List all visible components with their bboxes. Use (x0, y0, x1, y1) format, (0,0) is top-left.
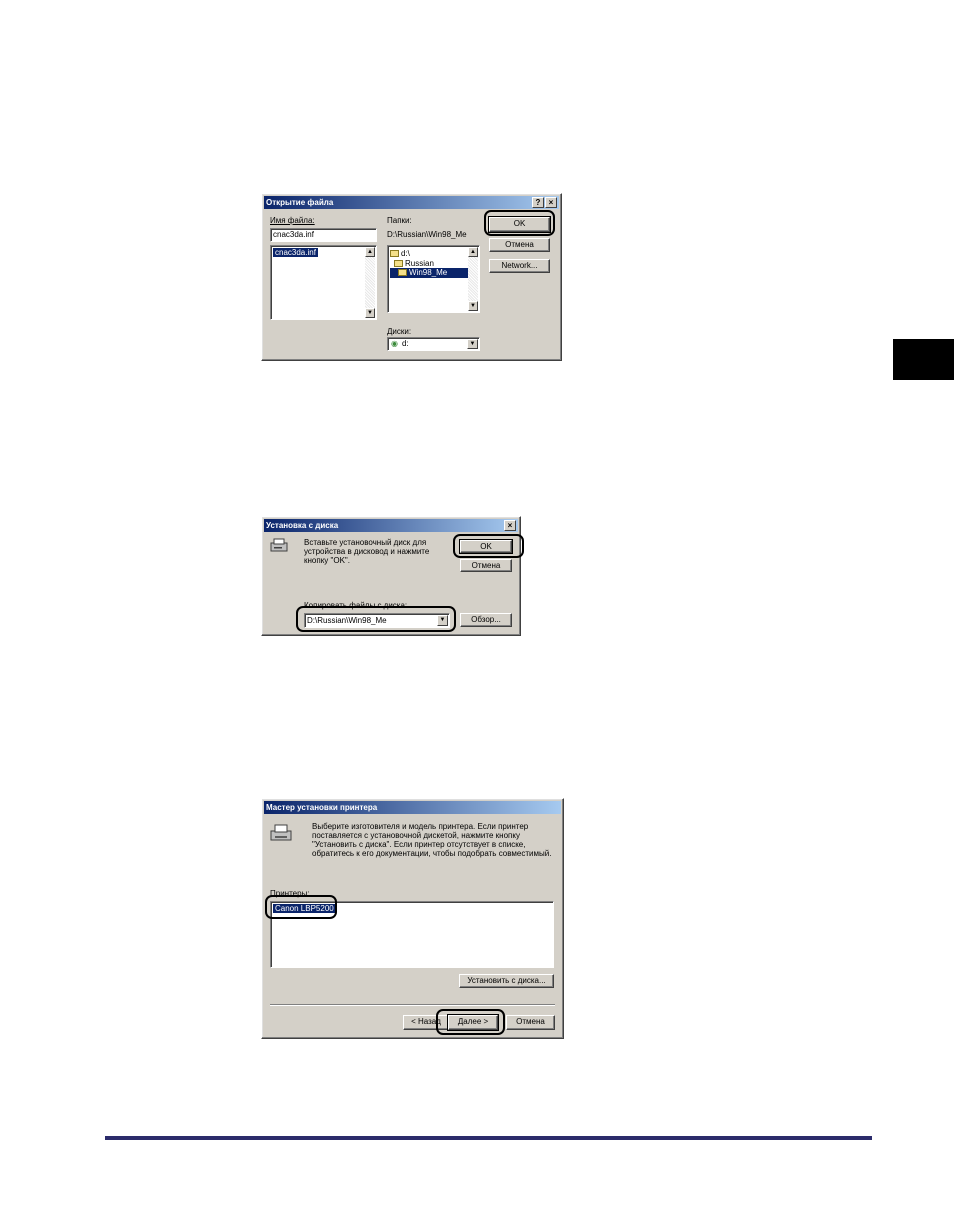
folders-label: Папки: (387, 216, 412, 225)
folder-tree-item[interactable]: Win98_Me (390, 268, 469, 278)
scroll-up-icon[interactable]: ▲ (468, 247, 478, 257)
file-list-scrollbar[interactable]: ▲ ▼ (365, 247, 375, 318)
file-list[interactable]: cnac3da.inf ▲ ▼ (270, 245, 377, 320)
disk-drive-icon (270, 538, 288, 552)
cancel-button[interactable]: Отмена (460, 559, 512, 572)
filename-value: cnac3da.inf (273, 230, 314, 239)
have-disk-button[interactable]: Установить с диска... (459, 974, 554, 988)
close-button[interactable]: × (504, 520, 516, 531)
drive-icon: ◉ (391, 339, 398, 348)
file-list-item-label: cnac3da.inf (273, 248, 318, 257)
folder-path: D:\Russian\Win98_Me (387, 230, 467, 239)
folder-open-icon (390, 250, 399, 258)
chapter-tab-marker (893, 339, 954, 380)
ok-button-highlight (484, 210, 555, 236)
filename-label: Имя файла: (270, 216, 315, 225)
filename-input[interactable]: cnac3da.inf (270, 228, 377, 242)
folder-tree-label: Win98_Me (409, 268, 448, 277)
network-button[interactable]: Network... (489, 259, 550, 273)
printer-item-highlight (265, 895, 337, 919)
wizard-message: Выберите изготовителя и модель принтера.… (312, 822, 552, 858)
page-bottom-rule (105, 1136, 872, 1140)
open-file-title: Открытие файла (266, 198, 334, 207)
install-message: Вставьте установочный диск для устройств… (304, 538, 430, 565)
cancel-button[interactable]: Отмена (506, 1015, 555, 1030)
install-disk-title: Установка с диска (266, 521, 339, 530)
close-button[interactable]: × (545, 197, 557, 208)
folder-open-icon (398, 269, 407, 277)
drive-value: d: (402, 339, 409, 348)
next-button-highlight (436, 1009, 505, 1035)
scroll-down-icon[interactable]: ▼ (365, 308, 375, 318)
install-disk-titlebar: Установка с диска × (264, 519, 518, 532)
folder-tree-item[interactable]: d:\ (390, 249, 410, 259)
ok-button-highlight (453, 534, 524, 558)
drives-dropdown[interactable]: ◉ d: ▼ (387, 337, 480, 351)
cancel-button[interactable]: Отмена (489, 238, 550, 252)
chevron-down-icon[interactable]: ▼ (467, 339, 478, 349)
folder-tree-scrollbar[interactable]: ▲ ▼ (468, 247, 478, 311)
folder-tree-label: d:\ (401, 249, 410, 258)
file-list-item[interactable]: cnac3da.inf (273, 248, 318, 258)
drives-label: Диски: (387, 327, 412, 336)
printer-wizard-title: Мастер установки принтера (266, 803, 378, 812)
help-button[interactable]: ? (532, 197, 544, 208)
scroll-down-icon[interactable]: ▼ (468, 301, 478, 311)
scroll-up-icon[interactable]: ▲ (365, 247, 375, 257)
folder-open-icon (394, 260, 403, 268)
install-path-highlight (296, 606, 456, 632)
browse-button[interactable]: Обзор... (460, 613, 512, 627)
wizard-divider (270, 1004, 555, 1006)
folder-tree-label: Russian (405, 259, 434, 268)
folder-tree[interactable]: d:\ Russian Win98_Me ▲ ▼ (387, 245, 480, 313)
printer-icon (270, 824, 292, 841)
open-file-titlebar: Открытие файла ? × (264, 196, 559, 209)
printer-wizard-titlebar: Мастер установки принтера (264, 801, 561, 814)
